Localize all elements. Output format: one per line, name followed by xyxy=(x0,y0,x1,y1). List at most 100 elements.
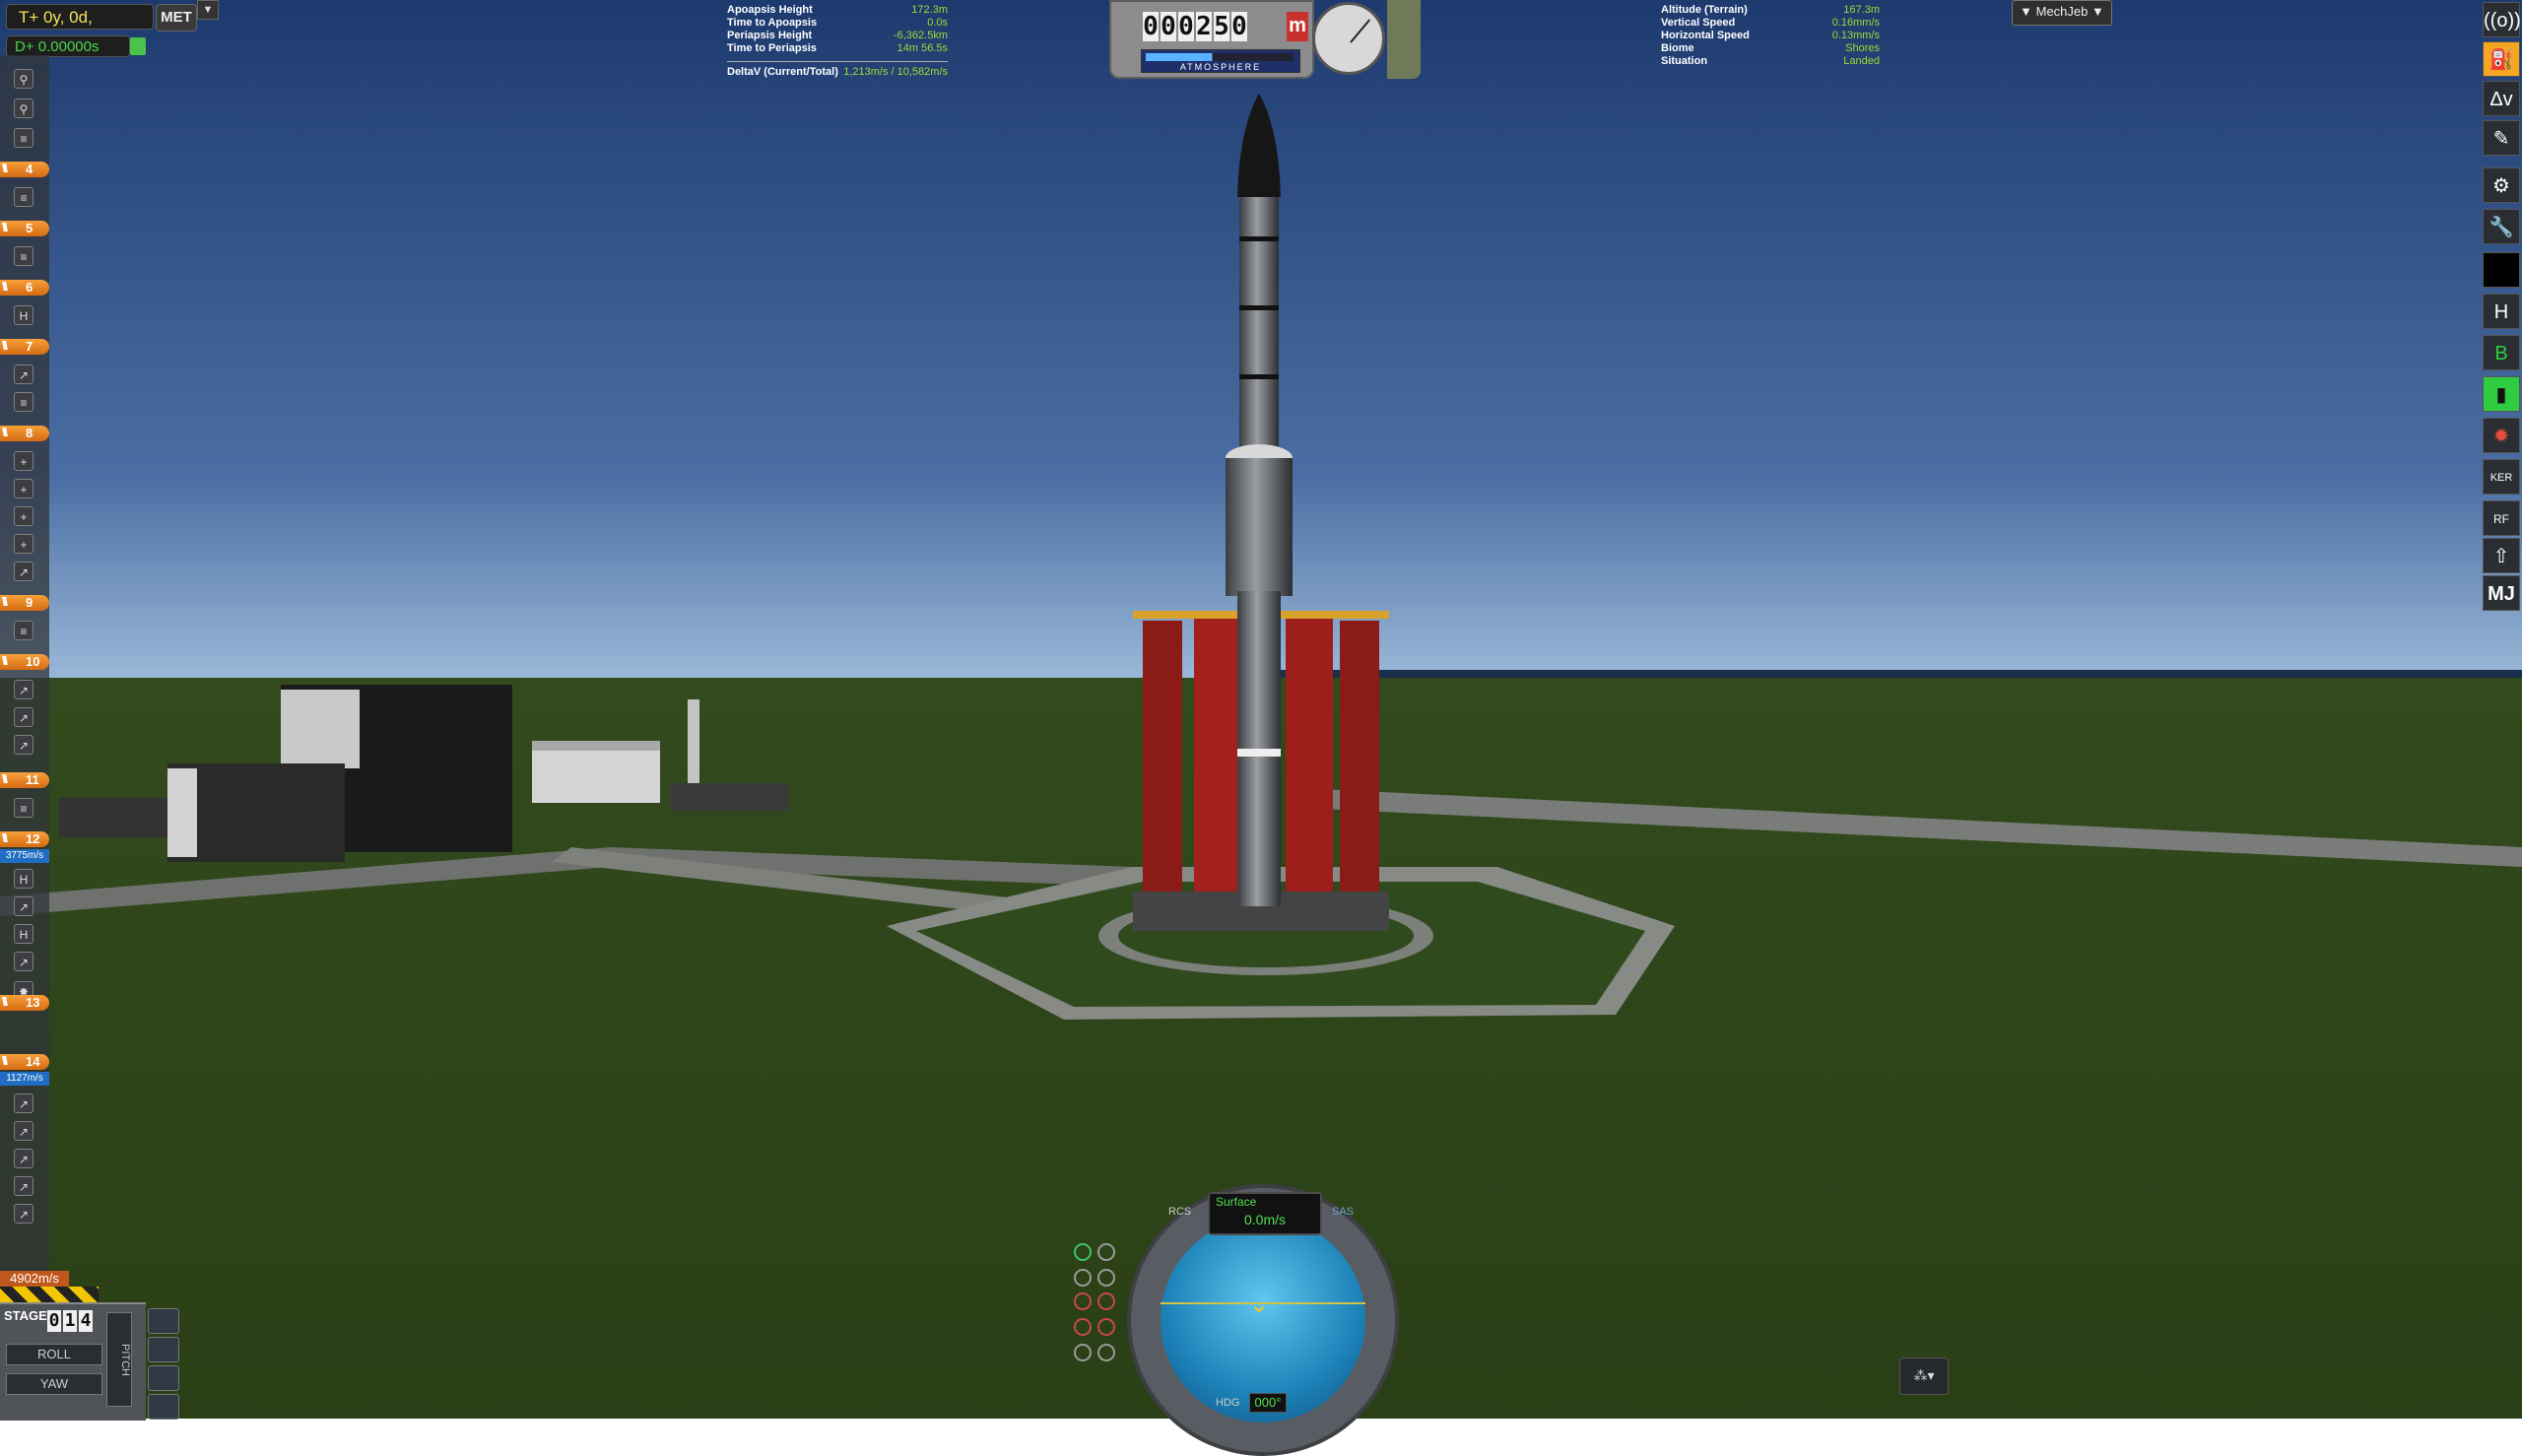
maneuver-icon[interactable] xyxy=(1097,1243,1115,1261)
part-icon[interactable]: + xyxy=(14,479,33,498)
part-icon[interactable]: ↗ xyxy=(14,1121,33,1141)
part-icon[interactable]: H xyxy=(14,305,33,325)
maneuver-mode-button[interactable] xyxy=(148,1394,179,1420)
mechjeb-menu-button[interactable]: ▼ MechJeb ▼ xyxy=(2012,0,2112,26)
part-icon[interactable]: H xyxy=(14,924,33,944)
mission-elapsed-time-panel: T+ 0y, 0d, 00:00:00 MET ▼ D+ 0.00000s xyxy=(0,0,219,59)
prograde-icon[interactable] xyxy=(1074,1269,1092,1287)
stage-control-panel: 4902m/s STAGE 0 1 4 ROLL YAW PITCH xyxy=(0,1271,181,1421)
part-icon[interactable]: ⚲ xyxy=(14,69,33,89)
engineer-icon[interactable]: ⚙ xyxy=(2483,167,2520,203)
part-icon[interactable]: ≡ xyxy=(14,246,33,266)
part-icon[interactable]: + xyxy=(14,451,33,471)
altitude-digit: 0 xyxy=(1143,12,1159,41)
stage-header[interactable]: \\\ 8 xyxy=(0,426,49,441)
stage-header[interactable]: \\\ 14 xyxy=(0,1054,49,1070)
chevron-down-icon[interactable]: ▼ xyxy=(197,0,219,20)
info-row: Periapsis Height -6,362.5km xyxy=(727,30,948,41)
dial-needle xyxy=(1350,19,1371,43)
normal-icon[interactable] xyxy=(1074,1292,1092,1310)
stage-header[interactable]: \\\ 12 xyxy=(0,831,49,847)
target-icon[interactable] xyxy=(1074,1344,1092,1361)
stage-header[interactable]: \\\ 13 xyxy=(0,995,49,1011)
delta-time: D+ 0.00000s xyxy=(6,35,130,57)
radial-in-icon[interactable] xyxy=(1074,1318,1092,1336)
part-icon[interactable]: H xyxy=(14,869,33,889)
sas-toggle[interactable]: SAS xyxy=(1332,1206,1354,1218)
staging-mode-button[interactable] xyxy=(148,1308,179,1334)
rf-icon[interactable]: RF xyxy=(2483,500,2520,536)
part-icon[interactable]: ↗ xyxy=(14,364,33,384)
part-icon[interactable]: ≡ xyxy=(14,798,33,818)
deltav-icon[interactable]: Δv xyxy=(2483,81,2520,116)
stage-mode-buttons xyxy=(148,1308,179,1420)
stage-header[interactable]: \\\ 4 xyxy=(0,162,49,177)
ker-icon[interactable]: KER xyxy=(2483,459,2520,495)
stage-header[interactable]: \\\ 6 xyxy=(0,280,49,296)
part-icon[interactable]: ↗ xyxy=(14,707,33,727)
app-launcher-button[interactable]: ⁂▾ xyxy=(1899,1357,1949,1395)
speed-mode[interactable]: Surface xyxy=(1216,1195,1256,1209)
stage-header[interactable]: \\\ 9 xyxy=(0,595,49,611)
stage-digit: 0 xyxy=(47,1310,61,1332)
part-icon[interactable]: ↗ xyxy=(14,680,33,699)
met-toggle-button[interactable]: MET xyxy=(156,4,197,32)
mj-icon[interactable]: MJ xyxy=(2483,575,2520,611)
stability-assist-icon[interactable] xyxy=(1074,1243,1092,1261)
part-icon[interactable]: ↗ xyxy=(14,735,33,755)
wrench-icon[interactable]: 🔧 xyxy=(2483,209,2520,244)
part-icon[interactable]: + xyxy=(14,506,33,526)
staging-list: ⚲ ⚲ ≡ \\\ 4 ≡ \\\ 5 ≡ \\\ 6 H \\\ 7 ↗ ≡ \\\ 8… xyxy=(0,55,51,1281)
altitude-digit: 0 xyxy=(1161,12,1176,41)
info-row: Horizontal Speed 0.13mm/s xyxy=(1661,30,1880,41)
altitude-digit: 5 xyxy=(1214,12,1229,41)
altimeter-body: 0 0 0 2 5 0 m ATMOSPHERE xyxy=(1109,0,1314,79)
battery-icon[interactable]: ▮ xyxy=(2483,376,2520,412)
part-icon[interactable]: ≡ xyxy=(14,128,33,148)
met-time: T+ 0y, 0d, 00:00:00 xyxy=(6,4,154,52)
part-icon[interactable]: ↗ xyxy=(14,1176,33,1196)
stage-deltav-tag: 1127m/s xyxy=(0,1072,49,1086)
radial-out-icon[interactable] xyxy=(1097,1318,1115,1336)
part-icon[interactable]: ≡ xyxy=(14,187,33,207)
altimeter-gauge: 0 0 0 2 5 0 m ATMOSPHERE xyxy=(1109,0,1423,79)
surface-info-readout: Altitude (Terrain) 167.3m Vertical Speed 0… xyxy=(1661,4,1880,68)
vertical-speed-dial xyxy=(1312,2,1385,75)
rcs-toggle[interactable]: RCS xyxy=(1168,1206,1191,1218)
part-icon[interactable]: ↗ xyxy=(14,896,33,916)
info-row: Time to Periapsis 14m 56.5s xyxy=(727,42,948,54)
map-mode-button[interactable] xyxy=(148,1365,179,1391)
part-icon[interactable]: ↗ xyxy=(14,952,33,971)
fuel-icon[interactable]: ⛽ xyxy=(2483,41,2520,77)
b-icon[interactable]: B xyxy=(2483,335,2520,370)
altitude-digit: 2 xyxy=(1196,12,1212,41)
anti-normal-icon[interactable] xyxy=(1097,1292,1115,1310)
h-icon[interactable]: H xyxy=(2483,294,2520,329)
part-icon[interactable]: ↗ xyxy=(14,1204,33,1224)
retrograde-icon[interactable] xyxy=(1097,1269,1115,1287)
part-icon[interactable]: ↗ xyxy=(14,1093,33,1113)
info-row: Biome Shores xyxy=(1661,42,1880,54)
part-icon[interactable]: ≡ xyxy=(14,392,33,412)
rocket-icon[interactable]: ⇧ xyxy=(2483,538,2520,573)
stage-header[interactable]: \\\ 7 xyxy=(0,339,49,355)
part-icon[interactable]: ≡ xyxy=(14,621,33,640)
roll-indicator: ROLL xyxy=(6,1344,102,1365)
part-icon[interactable]: ↗ xyxy=(14,562,33,581)
blank-icon[interactable] xyxy=(2483,252,2520,288)
part-icon[interactable]: ⚲ xyxy=(14,99,33,118)
speed-display[interactable]: Surface 0.0m/s xyxy=(1208,1192,1322,1235)
anti-target-icon[interactable] xyxy=(1097,1344,1115,1361)
low-building xyxy=(670,783,788,811)
part-icon[interactable]: + xyxy=(14,534,33,554)
stage-header[interactable]: \\\ 5 xyxy=(0,221,49,236)
vab-front xyxy=(281,690,360,768)
stage-header[interactable]: \\\ 10 xyxy=(0,654,49,670)
contract-icon[interactable]: ✎ xyxy=(2483,120,2520,156)
orbit-info-readout: Apoapsis Height 172.3m Time to Apoapsis 0.… xyxy=(727,4,948,79)
gear-icon[interactable]: ✹ xyxy=(2483,418,2520,453)
stage-header[interactable]: \\\ 11 xyxy=(0,772,49,788)
antenna-icon[interactable]: ((o)) xyxy=(2483,2,2521,37)
part-icon[interactable]: ↗ xyxy=(14,1149,33,1168)
docking-mode-button[interactable] xyxy=(148,1337,179,1362)
